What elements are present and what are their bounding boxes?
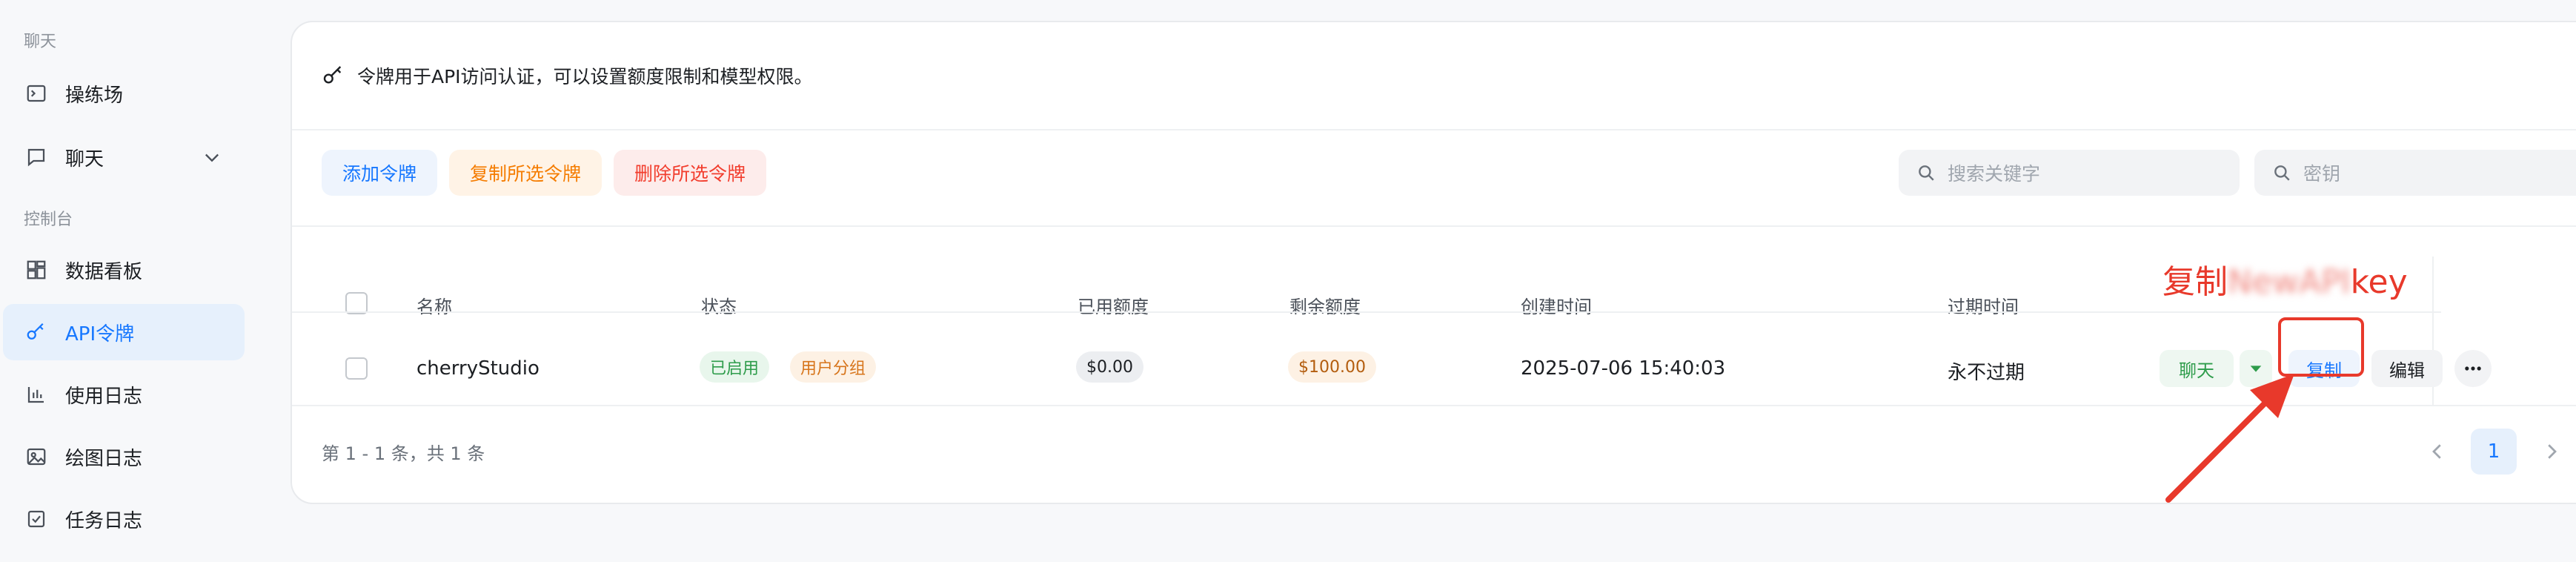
sidebar-item-dashboard[interactable]: 数据看板	[3, 242, 245, 298]
delete-selected-tokens-button[interactable]: 删除所选令牌	[614, 150, 766, 196]
key-search-input[interactable]: 密钥	[2254, 150, 2576, 196]
dashboard-icon	[24, 257, 49, 282]
column-header-used: 已用额度	[1078, 297, 1149, 317]
group-badge: 用户分组	[790, 351, 877, 383]
key-icon	[323, 66, 342, 84]
prev-page-button[interactable]	[2419, 429, 2456, 475]
sidebar-item-label: 任务日志	[65, 509, 143, 532]
more-actions-button[interactable]	[2454, 350, 2492, 387]
sidebar-item-label: 操练场	[65, 84, 124, 107]
keyword-search-input[interactable]: 搜索关键字	[1899, 150, 2240, 196]
expire-time: 永不过期	[1948, 362, 2025, 384]
remaining-quota-badge: $100.00	[1288, 351, 1376, 383]
keyword-search-placeholder: 搜索关键字	[1948, 163, 2041, 185]
next-page-button[interactable]	[2533, 429, 2570, 475]
annotation-arrow	[2165, 374, 2294, 503]
sidebar-section-console: 控制台	[24, 211, 73, 229]
annotation-label: 复制NewAPIkey	[2162, 255, 2408, 303]
column-header-expires: 过期时间	[1948, 297, 2019, 317]
sidebar-item-chat[interactable]: 聊天	[3, 129, 245, 185]
more-icon	[2465, 366, 2481, 371]
pagination-summary: 第 1 - 1 条，共 1 条	[322, 443, 485, 464]
checklist-icon	[24, 506, 49, 532]
column-header-status: 状态	[701, 297, 737, 317]
sidebar-item-label: 绘图日志	[65, 447, 143, 470]
sidebar-item-playground[interactable]: 操练场	[3, 65, 245, 122]
copy-selected-tokens-button[interactable]: 复制所选令牌	[449, 150, 602, 196]
sidebar-item-drawing-logs[interactable]: 绘图日志	[3, 429, 245, 485]
chevron-left-icon	[2432, 444, 2441, 459]
edit-button[interactable]: 编辑	[2371, 350, 2443, 387]
status-badge: 已启用	[700, 351, 770, 383]
column-header-remaining: 剩余额度	[1289, 297, 1361, 317]
info-line: 令牌用于API访问认证，可以设置额度限制和模型权限。	[322, 62, 813, 89]
sidebar-item-label: API令牌	[65, 323, 135, 346]
add-token-button[interactable]: 添加令牌	[322, 150, 437, 196]
annotation-prefix: 复制	[2162, 263, 2228, 301]
sidebar-item-api-tokens[interactable]: API令牌	[3, 304, 245, 360]
divider	[292, 311, 2441, 313]
info-text: 令牌用于API访问认证，可以设置额度限制和模型权限。	[357, 66, 813, 87]
search-icon	[1919, 165, 1934, 181]
chevron-down-icon[interactable]	[202, 147, 222, 168]
bar-chart-icon	[24, 382, 49, 407]
divider	[292, 225, 2576, 227]
sidebar-item-usage-logs[interactable]: 使用日志	[3, 366, 245, 423]
sidebar-section-chat: 聊天	[24, 33, 57, 51]
sidebar-item-label: 使用日志	[65, 385, 143, 408]
annotation-suffix: key	[2350, 263, 2408, 301]
chevron-right-icon	[2548, 444, 2557, 459]
used-quota-badge: $0.00	[1076, 351, 1143, 383]
column-header-created: 创建时间	[1521, 297, 1592, 317]
token-name: cherryStudio	[416, 357, 540, 380]
terminal-icon	[24, 81, 49, 106]
divider	[292, 129, 2576, 130]
sidebar-item-label: 聊天	[65, 148, 104, 171]
annotation-redacted-text: NewAPI	[2228, 263, 2351, 301]
created-time: 2025-07-06 15:40:03	[1521, 357, 1726, 380]
row-checkbox[interactable]	[345, 357, 368, 380]
page-1-button[interactable]: 1	[2471, 429, 2517, 475]
chat-bubble-icon	[24, 145, 49, 170]
key-icon	[24, 320, 49, 345]
search-icon	[2274, 165, 2290, 181]
sidebar: 聊天 操练场 聊天 控制台 数据看板 API令牌 使用日志 绘图日志 任务日志	[0, 0, 259, 562]
image-icon	[24, 444, 49, 469]
sidebar-item-task-logs[interactable]: 任务日志	[3, 491, 245, 547]
column-header-name: 名称	[416, 297, 452, 317]
sidebar-item-label: 数据看板	[65, 260, 143, 283]
key-search-placeholder: 密钥	[2303, 163, 2341, 185]
